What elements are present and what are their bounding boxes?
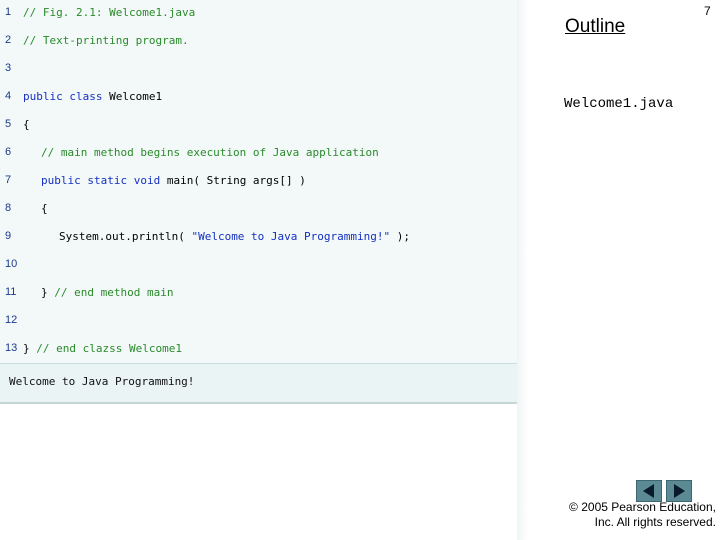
code-line-3: 3 [0, 56, 517, 84]
code-text: // main method begins execution of Java … [41, 146, 379, 159]
code-line-10: 10 [0, 252, 517, 280]
code-text: { [23, 118, 30, 131]
code-panel: 1 // Fig. 2.1: Welcome1.java 2 // Text-p… [0, 0, 517, 364]
output-text: Welcome to Java Programming! [9, 375, 195, 388]
code-text: // Text-printing program. [23, 34, 189, 47]
statement-end: ); [390, 230, 411, 243]
code-line-8: 8 { [0, 196, 517, 224]
code-text: { [41, 202, 48, 215]
line-number: 9 [5, 230, 12, 242]
arrow-right-icon [674, 484, 685, 498]
code-text: } // end clazss Welcome1 [23, 342, 182, 355]
keyword: public class [23, 90, 110, 103]
statement: System.out.println( [59, 230, 192, 243]
string-literal: "Welcome to Java Programming!" [191, 230, 391, 243]
line-number: 6 [5, 146, 12, 158]
code-text: } // end method main [41, 286, 173, 299]
line-number: 10 [5, 258, 18, 270]
line-number: 7 [5, 174, 12, 186]
line-number: 12 [5, 314, 18, 326]
code-line-7: 7 public static void main( String args[]… [0, 168, 517, 196]
code-line-13: 13 } // end clazss Welcome1 [0, 336, 517, 364]
line-number: 5 [5, 118, 12, 130]
line-number: 1 [5, 6, 12, 18]
code-line-9: 9 System.out.println( "Welcome to Java P… [0, 224, 517, 252]
previous-slide-button[interactable] [636, 480, 662, 502]
copyright-line-2: Inc. All rights reserved. [594, 515, 716, 529]
code-text: // Fig. 2.1: Welcome1.java [23, 6, 196, 19]
code-line-12: 12 [0, 308, 517, 336]
outline-link[interactable]: Outline [565, 16, 625, 38]
identifier: main( String args[] ) [166, 174, 306, 187]
code-line-11: 11 } // end method main [0, 280, 517, 308]
code-text: System.out.println( "Welcome to Java Pro… [59, 230, 410, 243]
arrow-left-icon [643, 484, 654, 498]
line-number: 4 [5, 90, 12, 102]
line-number: 11 [5, 286, 17, 298]
next-slide-button[interactable] [666, 480, 692, 502]
brace: } [41, 286, 55, 299]
identifier: Welcome1 [109, 90, 163, 103]
program-output: Welcome to Java Programming! [0, 364, 517, 404]
code-line-2: 2 // Text-printing program. [0, 28, 517, 56]
code-text: public static void main( String args[] ) [41, 174, 306, 187]
code-line-5: 5 { [0, 112, 517, 140]
panel-shadow [517, 0, 527, 540]
code-text: public class Welcome1 [23, 90, 162, 103]
comment: // end clazss Welcome1 [36, 342, 182, 355]
code-line-4: 4 public class Welcome1 [0, 84, 517, 112]
line-number: 3 [5, 62, 12, 74]
line-number: 8 [5, 202, 12, 214]
slide-number: 7 [704, 4, 711, 18]
comment: // end method main [54, 286, 174, 299]
code-line-6: 6 // main method begins execution of Jav… [0, 140, 517, 168]
line-number: 13 [5, 342, 18, 354]
filename-label: Welcome1.java [564, 96, 674, 112]
line-number: 2 [5, 34, 12, 46]
copyright-line-1: © 2005 Pearson Education, [569, 500, 716, 514]
copyright: © 2005 Pearson Education, Inc. All right… [560, 500, 716, 530]
brace: } [23, 342, 37, 355]
code-line-1: 1 // Fig. 2.1: Welcome1.java [0, 0, 517, 28]
keyword: public static void [41, 174, 167, 187]
